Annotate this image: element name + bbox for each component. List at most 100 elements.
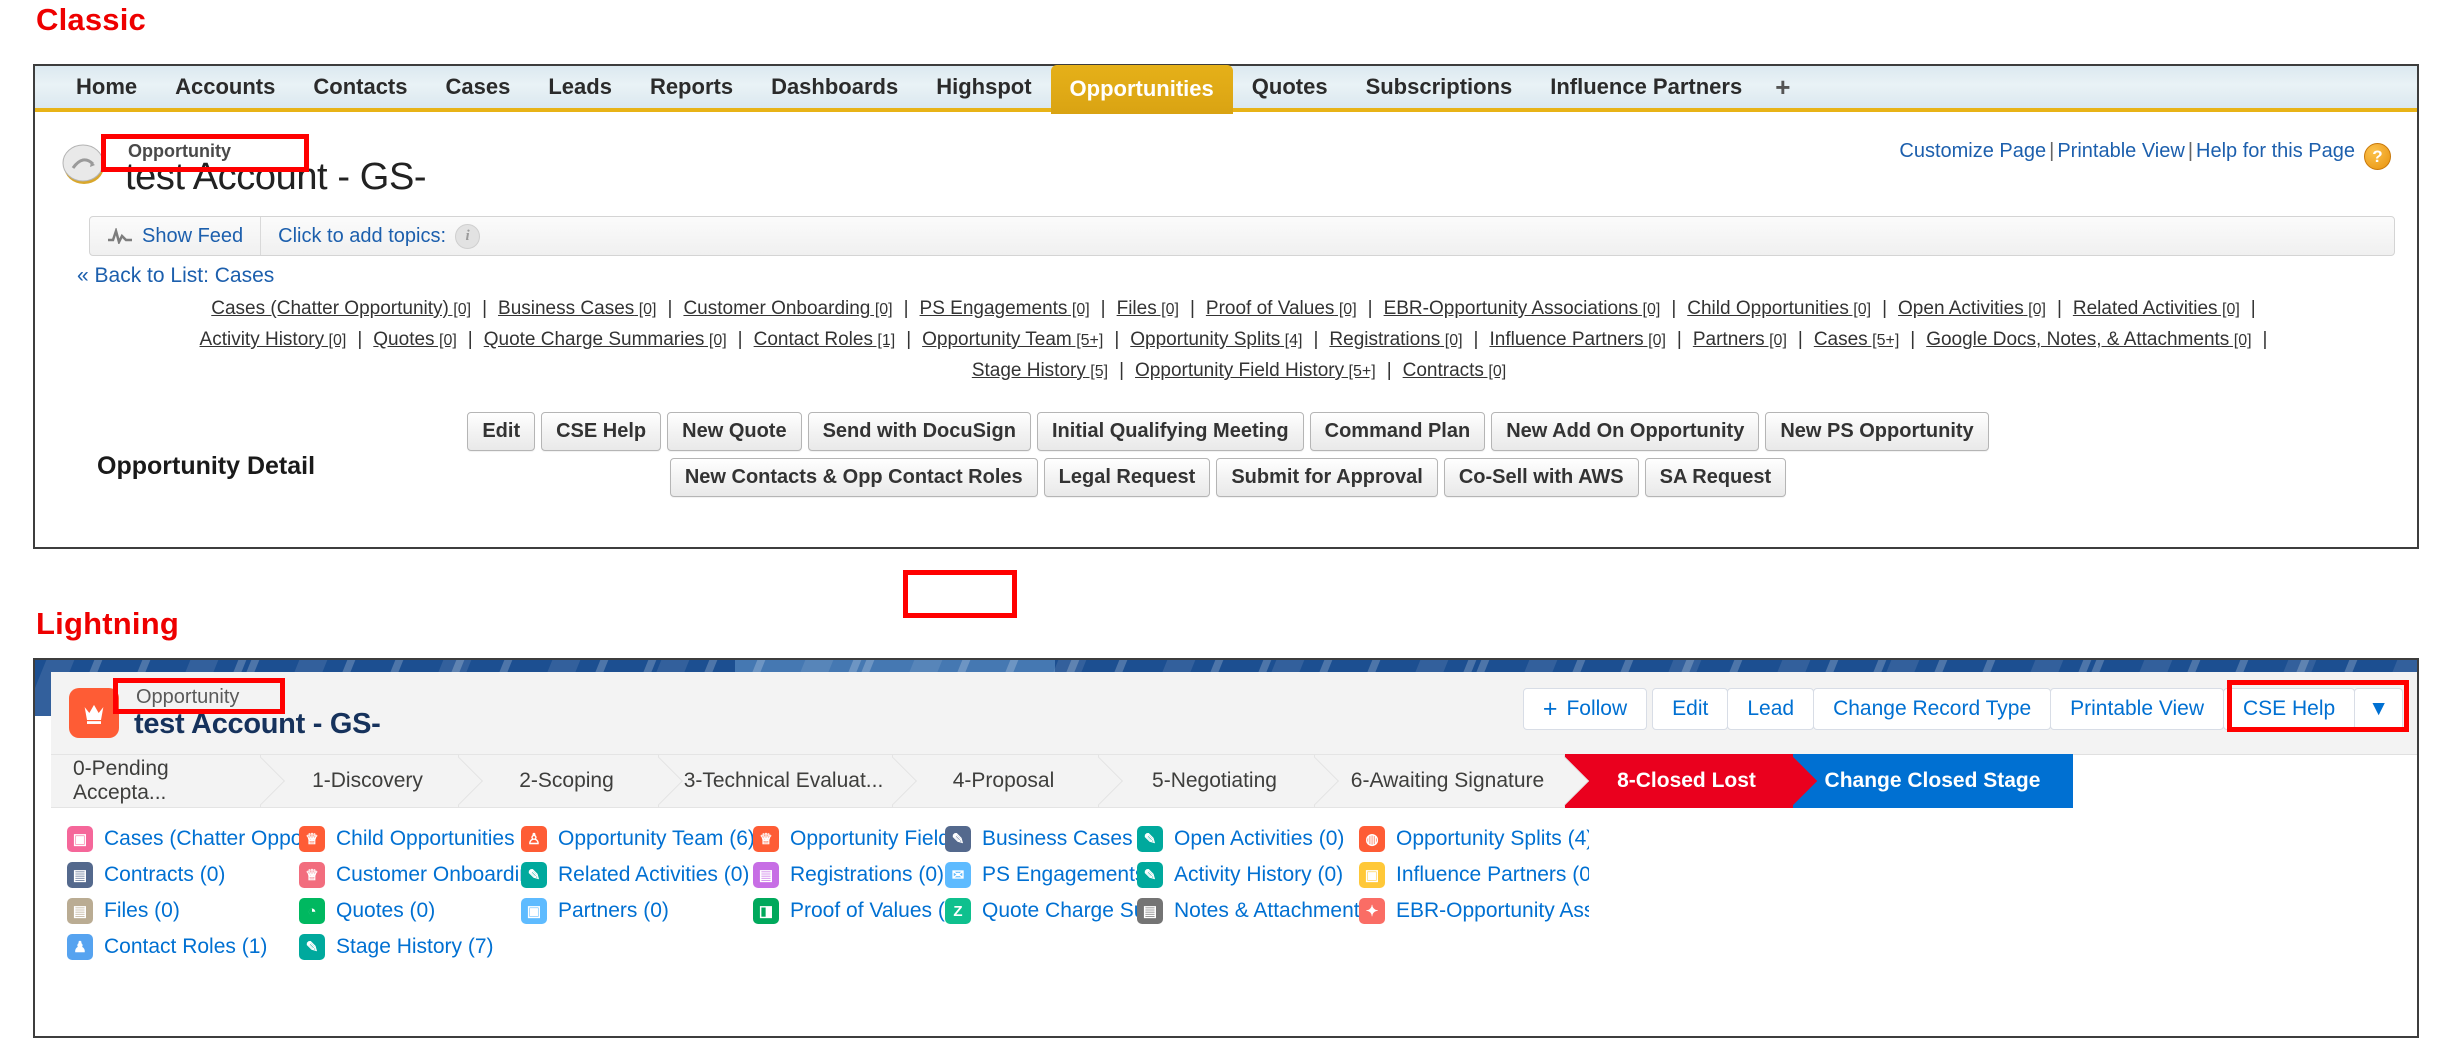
related-list-link[interactable]: Quotes [0] — [373, 329, 457, 350]
related-list-link[interactable]: Registrations [0] — [1329, 329, 1462, 350]
related-list-link[interactable]: Quote Charge Summaries [0] — [484, 329, 727, 350]
related-list-item[interactable]: ▣ Partners (0) — [521, 898, 753, 924]
related-list-item[interactable]: ▤ Notes & Attachments (... — [1137, 898, 1359, 924]
classic-tab-opportunities[interactable]: Opportunities — [1050, 64, 1233, 114]
classic-co-sell-with-aws-button[interactable]: Co-Sell with AWS — [1443, 458, 1639, 497]
related-list-item[interactable]: ✎ Stage History (7) — [299, 934, 521, 960]
classic-tab-[interactable]: + — [1761, 68, 1804, 106]
classic-command-plan-button[interactable]: Command Plan — [1309, 412, 1486, 451]
classic-submit-for-approval-button[interactable]: Submit for Approval — [1216, 458, 1438, 497]
related-list-link[interactable]: Stage History [5] — [972, 360, 1108, 381]
related-list-link[interactable]: EBR-Opportunity Associations [0] — [1384, 298, 1661, 319]
lightning-printable-view-button[interactable]: Printable View — [2050, 688, 2224, 730]
related-list-item[interactable]: ✉ PS Engagements (0) — [945, 862, 1137, 888]
classic-tab-subscriptions[interactable]: Subscriptions — [1347, 68, 1532, 106]
related-list-link[interactable]: Partners [0] — [1693, 329, 1787, 350]
related-list-link[interactable]: Opportunity Field History [5+] — [1135, 360, 1376, 381]
related-list-link[interactable]: Cases (Chatter Opportunity) [0] — [211, 298, 471, 319]
classic-tab-accounts[interactable]: Accounts — [156, 68, 294, 106]
related-list-item[interactable]: ◨ Proof of Values (0) — [753, 898, 945, 924]
related-list-link[interactable]: Child Opportunities [0] — [1687, 298, 1871, 319]
path-stage-3[interactable]: 3-Technical Evaluat... — [659, 754, 893, 808]
related-list-link[interactable]: Contact Roles [1] — [754, 329, 896, 350]
classic-tab-cases[interactable]: Cases — [427, 68, 530, 106]
related-list-item[interactable]: Z Quote Charge Summar... — [945, 898, 1137, 924]
classic-sa-request-button[interactable]: SA Request — [1644, 458, 1787, 497]
related-list-item[interactable]: ✎ Related Activities (0) — [521, 862, 753, 888]
related-list-link[interactable]: Influence Partners [0] — [1489, 329, 1665, 350]
related-list-link[interactable]: Opportunity Splits [4] — [1130, 329, 1302, 350]
related-list-link[interactable]: Business Cases [0] — [498, 298, 656, 319]
path-stage-7[interactable]: 8-Closed Lost — [1565, 754, 1793, 808]
related-list-item[interactable]: ✎ Open Activities (0) — [1137, 826, 1359, 852]
lightning-lead-button[interactable]: Lead — [1727, 688, 1815, 730]
related-list-link-count: [0] — [1483, 363, 1507, 380]
related-list-item[interactable]: ♕ Opportunity Field Hist... — [753, 826, 945, 852]
related-list-link[interactable]: Open Activities [0] — [1898, 298, 2046, 319]
back-to-list-link[interactable]: « Back to List: Cases — [77, 264, 274, 288]
related-list-item-label: Quotes (0) — [336, 899, 436, 922]
customize-page-link[interactable]: Customize Page — [1899, 140, 2046, 162]
lightning-follow-button[interactable]: + Follow — [1522, 688, 1648, 730]
classic-cse-help-button[interactable]: CSE Help — [541, 412, 662, 451]
add-topics-button[interactable]: Click to add topics: i — [261, 217, 497, 255]
change-closed-stage-button[interactable]: Change Closed Stage — [1793, 754, 2073, 808]
classic-tab-highspot[interactable]: Highspot — [917, 68, 1050, 106]
related-list-item[interactable]: ✎ Business Cases (0) — [945, 826, 1137, 852]
classic-tab-leads[interactable]: Leads — [529, 68, 631, 106]
classic-new-ps-opportunity-button[interactable]: New PS Opportunity — [1765, 412, 1989, 451]
related-list-item[interactable]: ▣ Cases (Chatter Opport... — [67, 826, 299, 852]
related-link-separator: | — [906, 329, 912, 350]
related-list-item[interactable]: ▤ Files (0) — [67, 898, 299, 924]
related-list-item[interactable]: ◔ Quotes (0) — [299, 898, 521, 924]
related-list-link[interactable]: Google Docs, Notes, & Attachments [0] — [1926, 329, 2251, 350]
classic-new-quote-button[interactable]: New Quote — [667, 412, 802, 451]
related-list-item[interactable]: ✦ EBR-Opportunity Asso... — [1359, 898, 1589, 924]
classic-send-with-docusign-button[interactable]: Send with DocuSign — [807, 412, 1031, 451]
show-feed-button[interactable]: Show Feed — [90, 217, 260, 255]
related-list-item[interactable]: ♕ Customer Onboarding ... — [299, 862, 521, 888]
related-list-link[interactable]: Activity History [0] — [200, 329, 347, 350]
path-stage-0[interactable]: 0-Pending Accepta... — [51, 754, 261, 808]
path-stage-4[interactable]: 4-Proposal — [893, 754, 1099, 808]
printable-view-link[interactable]: Printable View — [2057, 140, 2184, 162]
related-list-item[interactable]: ♙ Opportunity Team (6) — [521, 826, 753, 852]
related-list-link[interactable]: Cases [5+] — [1814, 329, 1899, 350]
path-stage-6[interactable]: 6-Awaiting Signature — [1315, 754, 1565, 808]
related-list-link[interactable]: Contracts [0] — [1403, 360, 1507, 381]
related-list-link[interactable]: Customer Onboarding [0] — [683, 298, 892, 319]
related-list-link[interactable]: PS Engagements [0] — [920, 298, 1090, 319]
classic-tab-reports[interactable]: Reports — [631, 68, 752, 106]
related-list-item[interactable]: ♕ Child Opportunities (0) — [299, 826, 521, 852]
classic-edit-button[interactable]: Edit — [467, 412, 536, 451]
question-mark-icon[interactable]: ? — [2364, 143, 2391, 170]
related-list-item[interactable]: ▤ Registrations (0) — [753, 862, 945, 888]
classic-tab-quotes[interactable]: Quotes — [1233, 68, 1347, 106]
classic-initial-qualifying-meeting-button[interactable]: Initial Qualifying Meeting — [1036, 412, 1304, 451]
classic-legal-request-button[interactable]: Legal Request — [1043, 458, 1211, 497]
related-list-item[interactable]: ◍ Opportunity Splits (4) — [1359, 826, 1589, 852]
related-list-link[interactable]: Files [0] — [1117, 298, 1179, 319]
classic-tab-contacts[interactable]: Contacts — [294, 68, 426, 106]
related-list-item[interactable]: ▤ Contracts (0) — [67, 862, 299, 888]
classic-new-contacts-opp-contact-roles-button[interactable]: New Contacts & Opp Contact Roles — [669, 458, 1038, 497]
classic-new-add-on-opportunity-button[interactable]: New Add On Opportunity — [1491, 412, 1760, 451]
related-list-link[interactable]: Proof of Values [0] — [1206, 298, 1357, 319]
related-list-link[interactable]: Opportunity Team [5+] — [922, 329, 1103, 350]
path-stage-label: 1-Discovery — [312, 769, 423, 792]
help-for-this-page-link[interactable]: Help for this Page — [2196, 140, 2355, 162]
lightning-change-record-type-button[interactable]: Change Record Type — [1813, 688, 2052, 730]
path-stage-2[interactable]: 2-Scoping — [459, 754, 659, 808]
related-list-item[interactable]: ▣ Influence Partners (0) — [1359, 862, 1589, 888]
info-icon[interactable]: i — [455, 223, 481, 249]
lightning-edit-button[interactable]: Edit — [1652, 688, 1729, 730]
related-list-link[interactable]: Related Activities [0] — [2073, 298, 2240, 319]
related-list-item[interactable]: ♟ Contact Roles (1) — [67, 934, 299, 960]
classic-tab-home[interactable]: Home — [57, 68, 156, 106]
classic-tab-dashboards[interactable]: Dashboards — [752, 68, 917, 106]
classic-tab-label: Cases — [445, 74, 511, 99]
path-stage-1[interactable]: 1-Discovery — [261, 754, 459, 808]
related-list-item[interactable]: ✎ Activity History (0) — [1137, 862, 1359, 888]
classic-tab-influence-partners[interactable]: Influence Partners — [1531, 68, 1761, 106]
path-stage-5[interactable]: 5-Negotiating — [1099, 754, 1315, 808]
